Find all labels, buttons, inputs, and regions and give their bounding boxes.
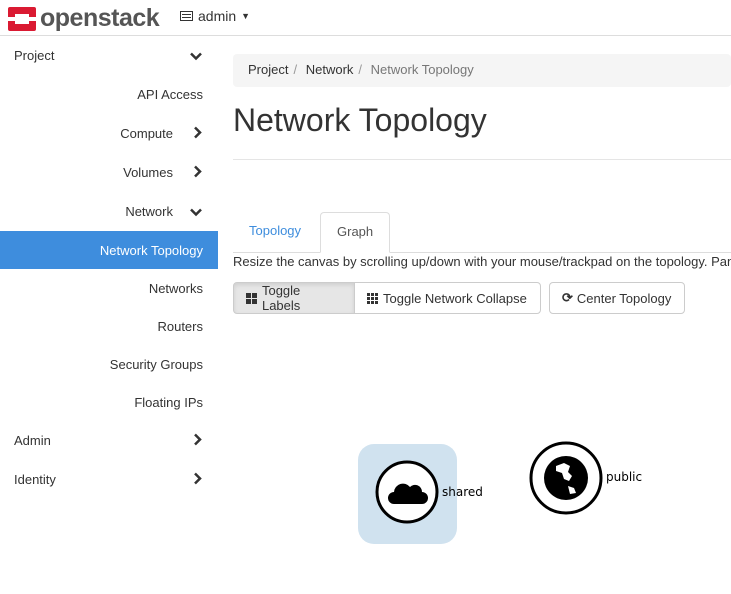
breadcrumb: Project / Network / Network Topology (233, 54, 731, 87)
chevron-right-icon (194, 126, 202, 141)
sidebar-item-label: Network Topology (99, 242, 203, 258)
openstack-logo-icon (8, 6, 36, 31)
sidebar-item-project[interactable]: Project (0, 36, 218, 75)
sidebar-item-label: Compute (120, 126, 173, 141)
sidebar-item-label: Network (125, 204, 173, 219)
sidebar-item-label: Networks (148, 280, 203, 296)
toggle-labels-label: Toggle Labels (261, 283, 301, 313)
center-topology-button[interactable]: ⟳ Center Topology (549, 282, 685, 314)
caret-down-icon: ▼ (241, 11, 251, 21)
chevron-right-icon (194, 165, 202, 180)
breadcrumb-current: Network Topology (370, 62, 474, 77)
sidebar-item-label: Project (14, 48, 55, 63)
sidebar-item-compute[interactable]: Compute (0, 114, 218, 153)
sidebar-item-label: API Access (137, 87, 203, 102)
th-icon (367, 292, 378, 304)
sidebar-item-network-topology[interactable]: Network Topology (0, 231, 218, 269)
tab-graph[interactable]: Graph (320, 212, 391, 253)
sidebar-item-floating-ips[interactable]: Floating IPs (0, 383, 218, 421)
chevron-right-icon (194, 472, 202, 487)
sidebar: Project API Access Compute Volumes Network Ne… (0, 36, 218, 499)
breadcrumb-project[interactable]: Project (248, 62, 288, 77)
node-label-public: public (606, 470, 643, 484)
toggle-collapse-label: Toggle Network Collapse (383, 290, 527, 306)
sidebar-item-routers[interactable]: Routers (0, 307, 218, 345)
sidebar-item-label: Admin (14, 433, 51, 448)
th-large-icon (246, 292, 257, 304)
chevron-down-icon (190, 48, 202, 63)
sidebar-item-label: Routers (157, 318, 203, 334)
sidebar-item-api-access[interactable]: API Access (0, 75, 218, 114)
toggle-network-collapse-button[interactable]: Toggle Network Collapse (354, 282, 541, 314)
sidebar-item-admin[interactable]: Admin (0, 421, 218, 460)
divider (233, 159, 731, 160)
sidebar-item-label: Volumes (123, 165, 173, 180)
project-selector[interactable]: admin ▼ (180, 8, 250, 24)
globe-icon (544, 456, 588, 500)
help-text: Resize the canvas by scrolling up/down w… (233, 254, 731, 269)
tab-bar: Topology Graph (233, 212, 731, 253)
sidebar-item-volumes[interactable]: Volumes (0, 153, 218, 192)
sidebar-item-label: Floating IPs (134, 394, 203, 410)
chevron-right-icon (194, 433, 202, 448)
chevron-down-icon (190, 204, 202, 219)
refresh-icon: ⟳ (562, 290, 573, 305)
server-icon (180, 11, 193, 21)
network-node-public[interactable] (529, 441, 603, 515)
tab-topology[interactable]: Topology (233, 212, 317, 253)
sidebar-item-label: Identity (14, 472, 56, 487)
project-name: admin (198, 8, 237, 24)
top-navbar: openstack admin ▼ (0, 0, 731, 36)
brand-text: openstack (40, 4, 160, 32)
toggle-labels-button[interactable]: Toggle Labels (233, 282, 355, 314)
node-label-shared: shared (442, 485, 483, 499)
sidebar-item-network[interactable]: Network (0, 192, 218, 231)
sidebar-item-security-groups[interactable]: Security Groups (0, 345, 218, 383)
center-topology-label: Center Topology (576, 290, 672, 306)
sidebar-item-label: Security Groups (109, 356, 203, 372)
page-title: Network Topology (233, 102, 487, 138)
sidebar-item-networks[interactable]: Networks (0, 269, 218, 307)
sidebar-item-identity[interactable]: Identity (0, 460, 218, 499)
breadcrumb-network[interactable]: Network (306, 62, 354, 77)
openstack-logo[interactable]: openstack (8, 4, 160, 33)
